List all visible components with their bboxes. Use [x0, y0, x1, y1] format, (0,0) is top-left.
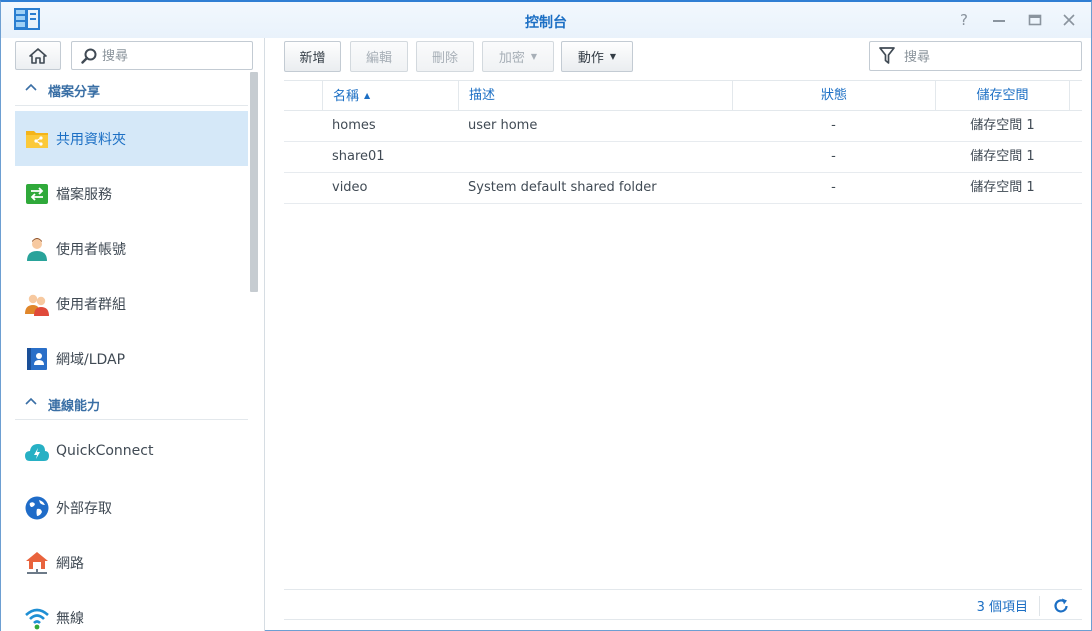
title-bar: 控制台 ?: [1, 2, 1091, 38]
chevron-up-icon: [25, 397, 37, 405]
sidebar-item-file-services[interactable]: 檔案服務: [15, 166, 248, 221]
sidebar-item-quickconnect[interactable]: QuickConnect: [15, 425, 248, 480]
encrypt-button[interactable]: 加密 ▼: [482, 41, 554, 72]
external-access-icon: [25, 496, 49, 520]
shared-folder-icon: [26, 131, 48, 148]
cell-name: video: [332, 180, 368, 195]
shared-folder-table: 名稱 ▲ 描述 狀態 儲存空間 homes user home - 儲存空間 1 …: [284, 80, 1082, 204]
table-footer: 3 個項目: [284, 589, 1082, 620]
wireless-icon: [25, 608, 49, 630]
sidebar-search: [71, 41, 253, 70]
window-title: 控制台: [525, 15, 567, 31]
cell-volume: 儲存空間 1: [970, 118, 1035, 133]
column-header-description[interactable]: 描述: [458, 81, 732, 111]
control-panel-window: 控制台 ? 檔案分享: [0, 0, 1092, 631]
sidebar-item-shared-folder[interactable]: 共用資料夾: [15, 111, 248, 166]
sidebar-item-wireless[interactable]: 無線: [15, 590, 248, 631]
cell-name: share01: [332, 149, 385, 164]
file-services-icon: [26, 184, 48, 204]
home-button[interactable]: [15, 41, 61, 70]
delete-button[interactable]: 刪除: [416, 41, 474, 72]
table-row[interactable]: video System default shared folder - 儲存空…: [284, 173, 1082, 204]
column-header-volume[interactable]: 儲存空間: [935, 81, 1070, 111]
create-button[interactable]: 新增: [284, 41, 341, 72]
filter-search-input[interactable]: [904, 47, 1074, 67]
cell-volume: 儲存空間 1: [970, 149, 1035, 164]
quickconnect-icon: [25, 444, 49, 461]
home-icon: [29, 47, 47, 64]
network-icon: [26, 552, 48, 574]
group-file-sharing[interactable]: 檔案分享: [15, 72, 248, 106]
domain-ldap-icon: [27, 348, 47, 370]
chevron-up-icon: [25, 83, 37, 91]
table-row[interactable]: share01 - 儲存空間 1: [284, 142, 1082, 173]
sidebar-search-input[interactable]: [102, 46, 247, 66]
sort-ascending-icon: ▲: [364, 91, 371, 100]
cell-status: -: [831, 180, 836, 195]
action-button[interactable]: 動作 ▼: [561, 41, 633, 72]
footer-divider: [1039, 596, 1040, 616]
help-icon[interactable]: ?: [954, 10, 974, 30]
table-row[interactable]: homes user home - 儲存空間 1: [284, 111, 1082, 142]
group-icon: [25, 294, 49, 316]
main-panel: 新增 編輯 刪除 加密 ▼ 動作 ▼ 名稱▲ 描述 狀態 儲存空間 homes: [266, 38, 1092, 631]
action-button-label: 動作: [577, 51, 604, 66]
sidebar-item-user[interactable]: 使用者帳號: [15, 221, 248, 276]
column-header-status[interactable]: 狀態: [732, 81, 935, 111]
encrypt-button-label: 加密: [498, 51, 525, 66]
sidebar-item-domain-ldap[interactable]: 網域/LDAP: [15, 331, 248, 386]
caret-down-icon: ▼: [609, 52, 617, 61]
sidebar-item-group[interactable]: 使用者群組: [15, 276, 248, 331]
refresh-icon[interactable]: [1052, 597, 1070, 615]
sidebar-item-network[interactable]: 網路: [15, 535, 248, 590]
close-icon[interactable]: [1059, 10, 1079, 30]
cell-status: -: [831, 149, 836, 164]
maximize-icon[interactable]: [1025, 10, 1045, 30]
caret-down-icon: ▼: [530, 52, 538, 61]
group-connectivity[interactable]: 連線能力: [15, 386, 248, 420]
sidebar: 檔案分享 共用資料夾 檔案服務 使: [1, 38, 265, 631]
cell-description: user home: [468, 118, 538, 133]
cell-description: System default shared folder: [468, 180, 657, 195]
filter-icon: [879, 47, 895, 64]
cell-name: homes: [332, 118, 376, 133]
sidebar-item-external-access[interactable]: 外部存取: [15, 480, 248, 535]
search-icon: [81, 48, 97, 64]
column-header-name[interactable]: 名稱 ▲: [322, 81, 458, 111]
edit-button[interactable]: 編輯: [350, 41, 408, 72]
cell-volume: 儲存空間 1: [970, 180, 1035, 195]
item-count: 3 個項目: [976, 600, 1028, 615]
table-header: 名稱 ▲ 描述 狀態 儲存空間: [284, 80, 1082, 111]
filter-search: [869, 41, 1082, 71]
cell-status: -: [831, 118, 836, 133]
minimize-icon[interactable]: [989, 10, 1009, 30]
sidebar-scrollbar[interactable]: [250, 72, 258, 292]
user-icon: [27, 238, 47, 261]
